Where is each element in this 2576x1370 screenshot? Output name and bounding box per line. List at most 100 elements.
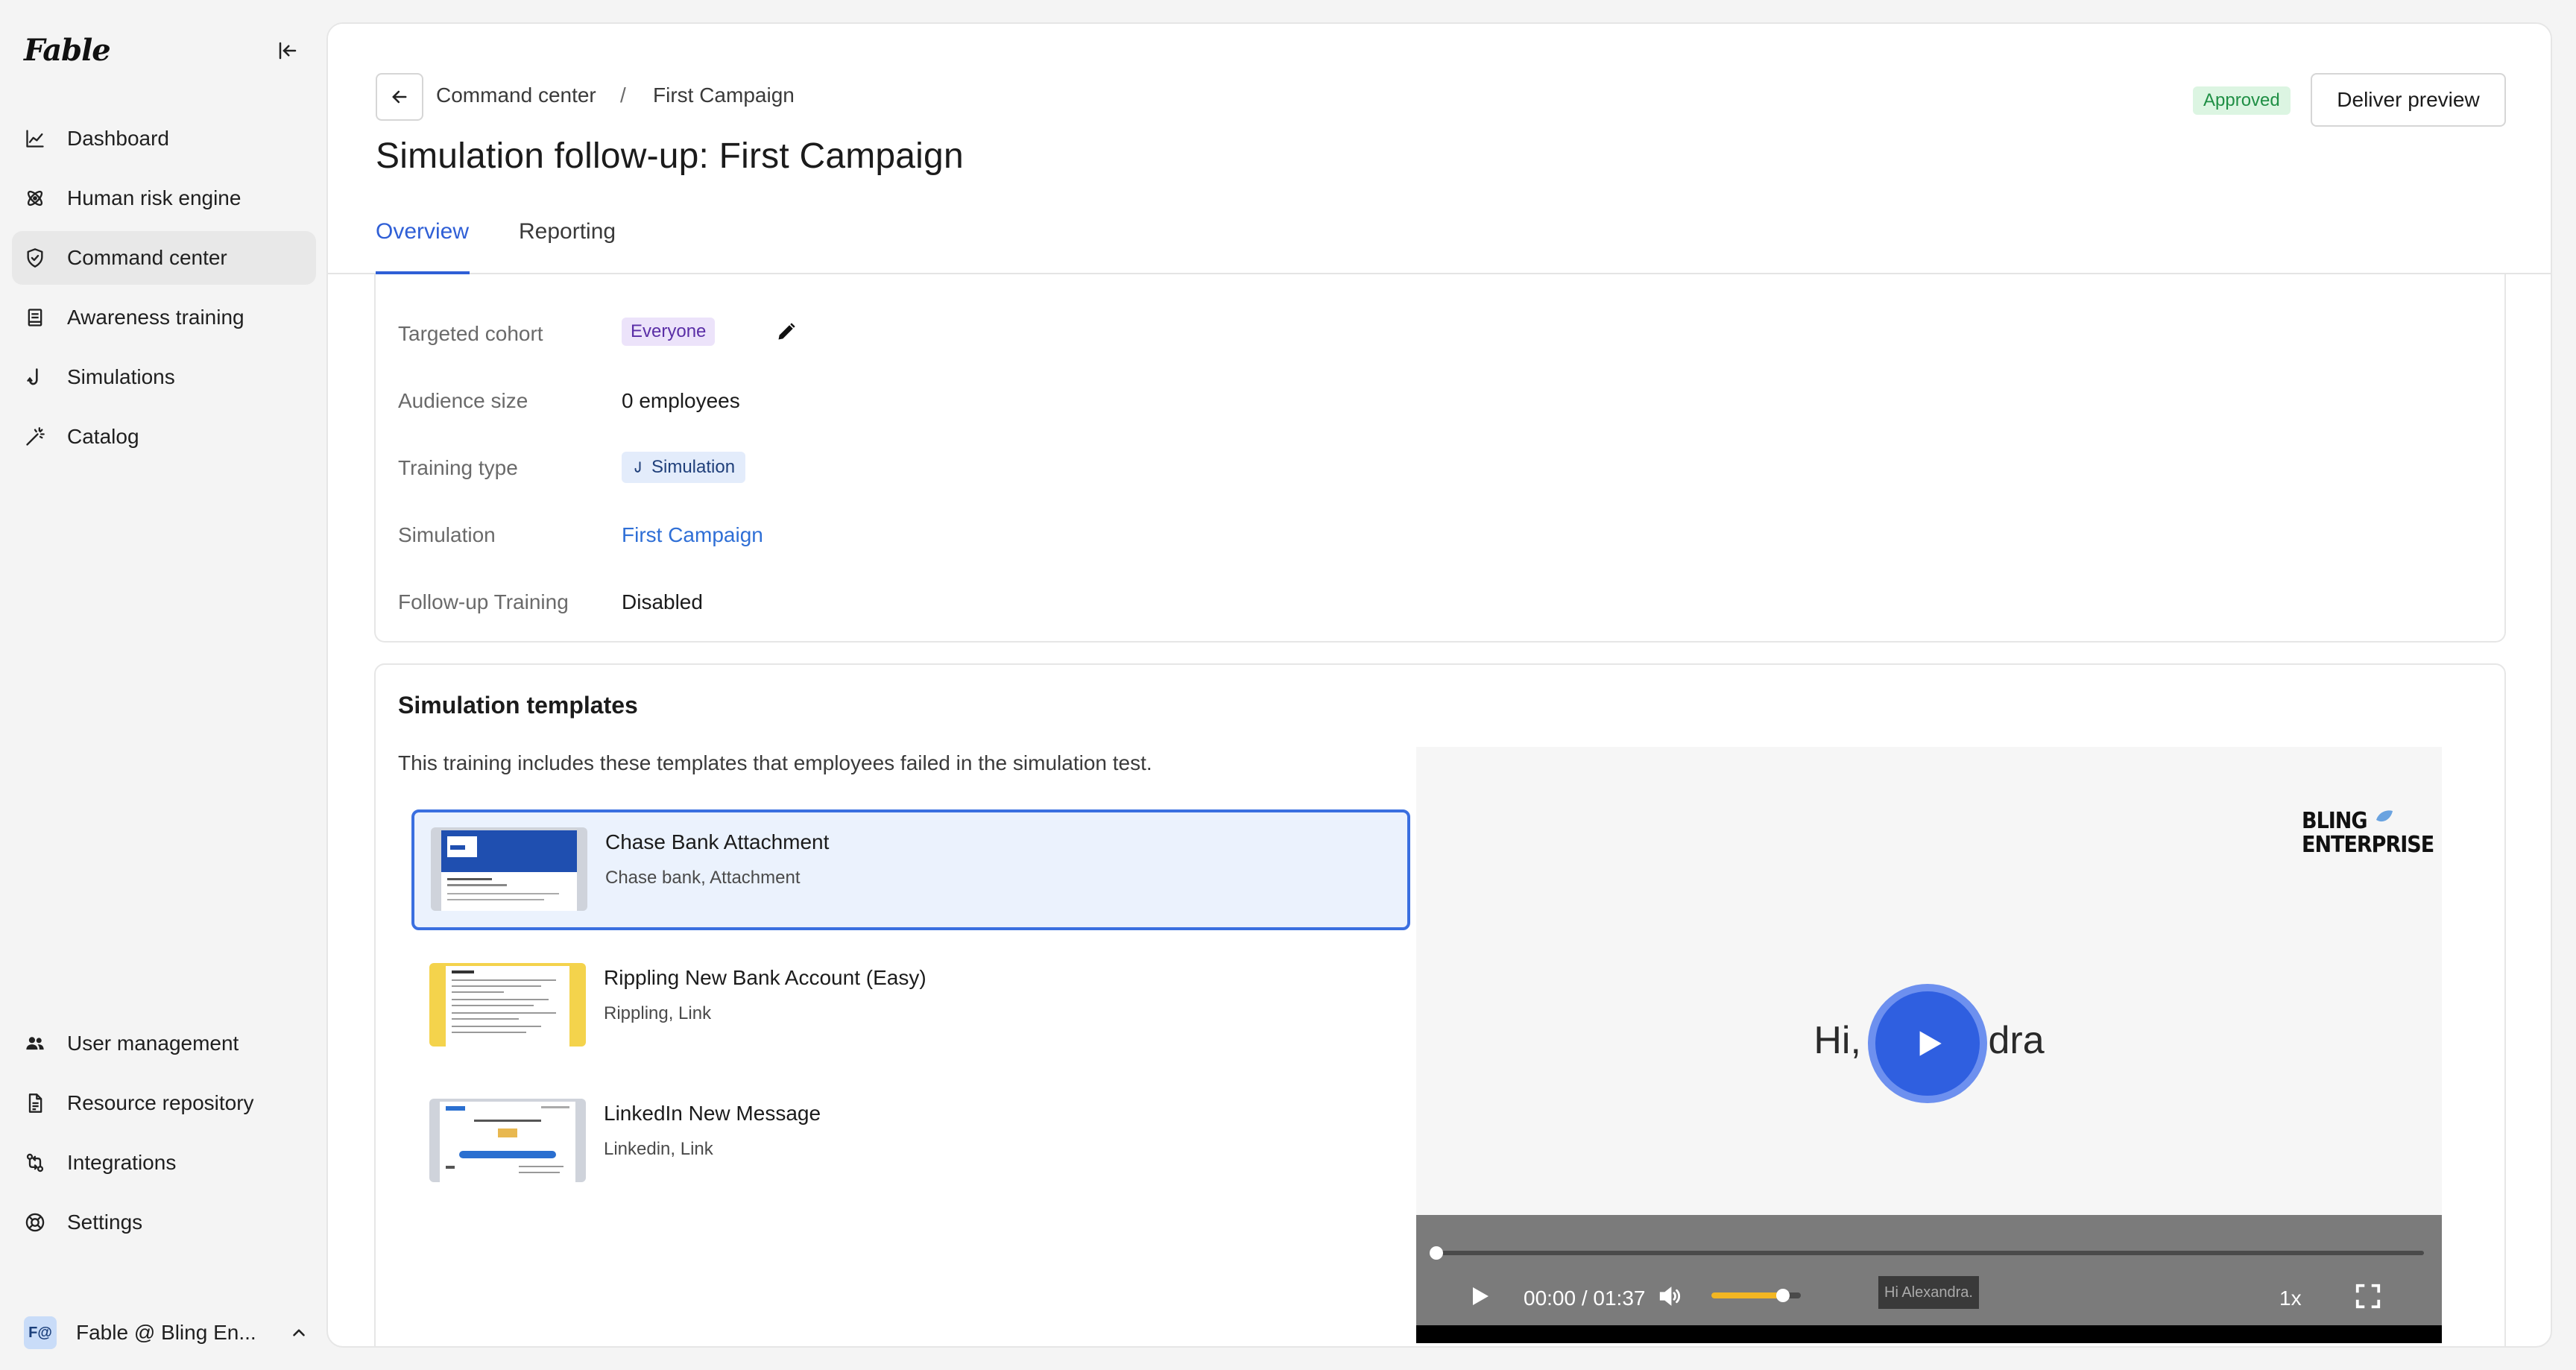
back-button[interactable] (376, 73, 423, 121)
breadcrumb-command-center[interactable]: Command center (436, 83, 596, 107)
template-item-chase-bank[interactable]: Chase Bank Attachment Chase bank, Attach… (411, 809, 1410, 930)
training-type-value: Simulation (651, 457, 736, 477)
page-header: Command center / First Campaign Simulati… (328, 24, 2551, 274)
simulation-label: Simulation (398, 523, 496, 546)
active-tab-indicator (376, 271, 470, 274)
breadcrumb-separator: / (620, 83, 626, 107)
deliver-preview-button[interactable]: Deliver preview (2311, 73, 2506, 127)
sidebar-item-label: Integrations (67, 1151, 177, 1174)
template-tags: Linkedin, Link (604, 1139, 713, 1159)
book-icon (24, 306, 46, 329)
template-thumbnail (429, 1099, 586, 1182)
sidebar-item-label: Catalog (67, 425, 139, 448)
sidebar-item-command-center[interactable]: Command center (12, 231, 316, 285)
targeted-cohort-label: Targeted cohort (398, 322, 543, 345)
video-letterbox (1416, 1325, 2442, 1343)
chart-line-icon (24, 127, 46, 150)
playback-speed-button[interactable]: 1x (2279, 1287, 2302, 1310)
video-controls: 00:00 / 01:37 Hi Alexandra. 1x (1416, 1215, 2442, 1325)
bling-enterprise-logo: BLING ENTERPRISE (2302, 808, 2434, 857)
volume-level (1711, 1292, 1783, 1298)
progress-handle[interactable] (1430, 1246, 1443, 1260)
sidebar-item-settings[interactable]: Settings (12, 1196, 316, 1249)
template-thumbnail (429, 963, 586, 1047)
video-player[interactable]: BLING ENTERPRISE Hi, Alexandra 00:00 / 0… (1416, 747, 2442, 1343)
sidebar-item-awareness-training[interactable]: Awareness training (12, 291, 316, 344)
sidebar: Fable Dashboard Human risk engine Comman… (0, 0, 326, 1370)
template-name: Chase Bank Attachment (605, 830, 830, 853)
details-card: Targeted cohort Everyone Audience size 0… (374, 247, 2506, 643)
play-icon (1473, 1287, 1489, 1305)
chevron-up-icon (293, 1329, 305, 1336)
sidebar-item-catalog[interactable]: Catalog (12, 410, 316, 464)
follow-up-label: Follow-up Training (398, 590, 569, 613)
template-tags: Chase bank, Attachment (605, 868, 801, 888)
collapse-left-icon (279, 42, 297, 60)
users-icon (24, 1032, 46, 1055)
simulation-templates-card: Simulation templates This training inclu… (374, 663, 2506, 1346)
edit-cohort-button[interactable] (774, 319, 799, 344)
sidebar-nav-top: Dashboard Human risk engine Command cent… (12, 112, 316, 470)
simulation-link[interactable]: First Campaign (622, 523, 763, 547)
volume-slider[interactable] (1711, 1289, 1801, 1302)
fishhook-icon (634, 461, 641, 473)
play-overlay-button[interactable] (1868, 984, 1987, 1103)
template-name: Rippling New Bank Account (Easy) (604, 966, 926, 989)
document-icon (24, 1092, 46, 1114)
account-switcher[interactable]: F@ Fable @ Bling En... (24, 1313, 309, 1352)
arrow-left-icon (392, 90, 407, 104)
sidebar-item-label: Dashboard (67, 127, 169, 150)
follow-up-value: Disabled (622, 590, 703, 613)
status-badge: Approved (2193, 86, 2291, 115)
audience-size-label: Audience size (398, 389, 528, 412)
caption-preview: Hi Alexandra. (1878, 1276, 1979, 1309)
sidebar-item-label: Resource repository (67, 1091, 254, 1114)
collapse-sidebar-button[interactable] (273, 36, 303, 66)
sidebar-item-user-management[interactable]: User management (12, 1017, 316, 1070)
atom-icon (24, 187, 46, 209)
template-item-linkedin[interactable]: LinkedIn New Message Linkedin, Link (411, 1082, 1410, 1203)
sidebar-item-label: User management (67, 1032, 239, 1055)
account-name: Fable @ Bling En... (76, 1321, 256, 1344)
breadcrumb-first-campaign[interactable]: First Campaign (653, 83, 795, 107)
avatar: F@ (24, 1316, 57, 1349)
video-time: 00:00 / 01:37 (1524, 1287, 1646, 1310)
play-icon (1919, 1031, 1942, 1056)
sidebar-nav-bottom: User management Resource repository Inte… (12, 1017, 316, 1255)
sidebar-item-human-risk-engine[interactable]: Human risk engine (12, 171, 316, 225)
section-description: This training includes these templates t… (398, 751, 1152, 774)
main-panel: Targeted cohort Everyone Audience size 0… (326, 22, 2552, 1348)
sidebar-item-label: Human risk engine (67, 186, 242, 209)
tab-reporting[interactable]: Reporting (519, 219, 616, 244)
video-progress-bar[interactable] (1430, 1246, 2424, 1260)
sidebar-item-simulations[interactable]: Simulations (12, 350, 316, 404)
training-type-label: Training type (398, 456, 518, 479)
section-title: Simulation templates (398, 692, 638, 719)
fullscreen-icon (2355, 1284, 2381, 1309)
logo-line-2: ENTERPRISE (2302, 832, 2434, 858)
template-thumbnail (431, 827, 587, 911)
fullscreen-button[interactable] (2349, 1278, 2387, 1315)
template-name: LinkedIn New Message (604, 1102, 821, 1125)
logo-line-1: BLING (2302, 808, 2368, 834)
sidebar-item-integrations[interactable]: Integrations (12, 1136, 316, 1190)
template-tags: Rippling, Link (604, 1003, 712, 1023)
sidebar-item-label: Settings (67, 1210, 143, 1234)
shield-check-icon (24, 247, 46, 269)
volume-handle[interactable] (1776, 1289, 1790, 1302)
play-button[interactable] (1461, 1278, 1498, 1315)
lifebuoy-icon (24, 1211, 46, 1234)
sidebar-item-label: Command center (67, 246, 227, 269)
fishhook-icon (24, 366, 46, 388)
magic-wand-icon (24, 426, 46, 448)
template-item-rippling[interactable]: Rippling New Bank Account (Easy) Ripplin… (411, 947, 1410, 1067)
bling-leaf-icon (2375, 810, 2393, 822)
sidebar-item-label: Awareness training (67, 306, 244, 329)
tab-overview[interactable]: Overview (376, 219, 469, 244)
git-compare-icon (24, 1152, 46, 1174)
sidebar-item-dashboard[interactable]: Dashboard (12, 112, 316, 165)
sidebar-item-label: Simulations (67, 365, 175, 388)
volume-icon (1659, 1287, 1681, 1306)
sidebar-item-resource-repository[interactable]: Resource repository (12, 1076, 316, 1130)
mute-button[interactable] (1652, 1278, 1689, 1315)
